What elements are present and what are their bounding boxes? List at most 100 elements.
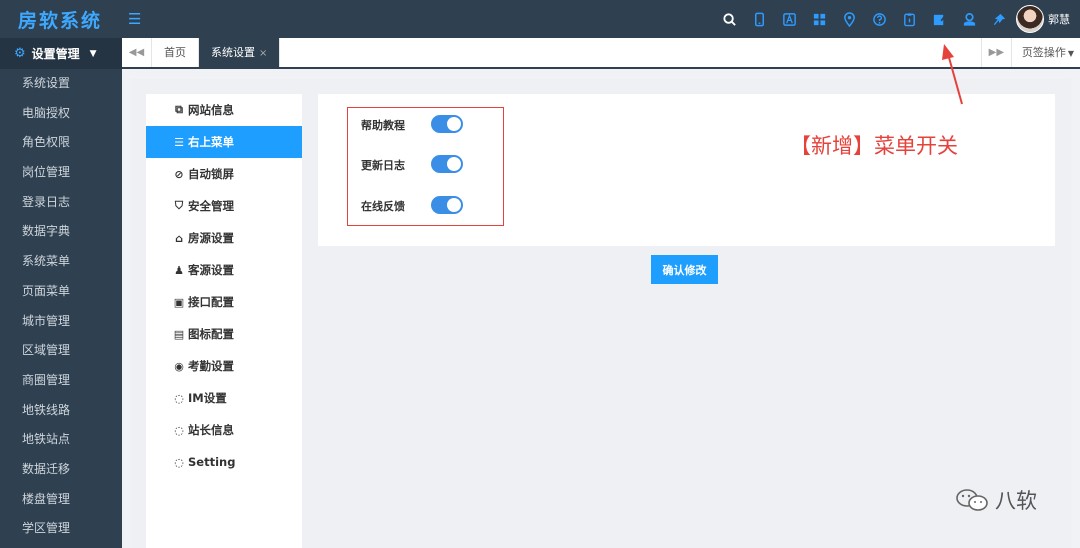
sidebar-item-dictionary[interactable]: 数据字典 — [0, 217, 122, 247]
person-icon: ♟ — [174, 263, 184, 277]
site-icon: ⧉ — [175, 103, 183, 116]
settings-item-label: Setting — [188, 455, 236, 469]
toggle-label: 更新日志 — [361, 159, 405, 172]
toggle-row-help: 帮助教程 — [361, 117, 405, 133]
location-icon[interactable] — [834, 0, 864, 38]
settings-item-label: 自动锁屏 — [188, 167, 234, 181]
list-icon: ☰ — [174, 135, 184, 149]
settings-item-auto-lock[interactable]: ⊘ 自动锁屏 — [146, 158, 302, 190]
menu-toggle-icon[interactable]: ☰ — [128, 10, 141, 28]
settings-item-label: 考勤设置 — [188, 359, 234, 373]
font-icon[interactable] — [774, 0, 804, 38]
settings-item-attendance[interactable]: ◉ 考勤设置 — [146, 350, 302, 382]
sidebar-item-metro-stations[interactable]: 地铁站点 — [0, 425, 122, 455]
chat-icon: ◌ — [174, 423, 184, 437]
sidebar-item-metro-lines[interactable]: 地铁线路 — [0, 396, 122, 426]
toggle-row-feedback: 在线反馈 — [361, 198, 405, 214]
settings-item-setting[interactable]: ◌ Setting — [146, 446, 302, 478]
edit-icon[interactable] — [924, 0, 954, 38]
annotation-text: 【新增】菜单开关 — [790, 134, 958, 158]
tab-label: 系统设置 — [211, 46, 255, 59]
settings-item-label: 右上菜单 — [188, 135, 234, 149]
gear-icon: ⚙ — [14, 46, 26, 61]
help-icon[interactable] — [864, 0, 894, 38]
close-icon[interactable]: × — [259, 48, 267, 59]
settings-item-label: 接口配置 — [188, 295, 234, 309]
grid-icon[interactable] — [804, 0, 834, 38]
feedback-toggle[interactable] — [431, 196, 463, 214]
settings-item-api[interactable]: ▣ 接口配置 — [146, 286, 302, 318]
toggle-label: 帮助教程 — [361, 119, 405, 132]
sidebar-item-positions[interactable]: 岗位管理 — [0, 158, 122, 188]
mobile-icon[interactable] — [744, 0, 774, 38]
sidebar: ⚙ 设置管理 ▼ 系统设置 电脑授权 角色权限 岗位管理 登录日志 数据字典 系… — [0, 38, 122, 548]
settings-item-label: 图标配置 — [188, 327, 234, 341]
image-icon: ▣ — [173, 295, 185, 309]
chat-icon: ◌ — [174, 455, 184, 469]
sidebar-item-system-menu[interactable]: 系统菜单 — [0, 247, 122, 277]
sidebar-item-login-log[interactable]: 登录日志 — [0, 188, 122, 218]
settings-item-site-info[interactable]: ⧉ 网站信息 — [146, 94, 302, 126]
search-icon[interactable] — [714, 0, 744, 38]
settings-item-listings[interactable]: ⌂ 房源设置 — [146, 222, 302, 254]
location-icon: ◉ — [174, 359, 184, 373]
sidebar-item-estates[interactable]: 楼盘管理 — [0, 485, 122, 515]
settings-item-label: 房源设置 — [188, 231, 234, 245]
settings-item-label: 客源设置 — [188, 263, 234, 277]
top-toolbar — [714, 0, 1014, 38]
settings-item-security[interactable]: ⛉ 安全管理 — [146, 190, 302, 222]
user-icon[interactable] — [954, 0, 984, 38]
top-bar: 房软系统 ☰ 郭慧 — [0, 0, 1080, 38]
chevron-down-icon: ▼ — [1067, 49, 1074, 58]
toggle-label: 在线反馈 — [361, 200, 405, 213]
pin-icon[interactable] — [984, 0, 1014, 38]
tab-scroll-left-icon[interactable]: ◀◀ — [122, 38, 152, 67]
sidebar-item-pc-auth[interactable]: 电脑授权 — [0, 99, 122, 129]
chat-icon: ◌ — [174, 391, 184, 405]
chevron-down-icon: ▼ — [89, 48, 97, 59]
tab-controls: ▶▶ 页签操作 ▼ — [980, 38, 1080, 67]
tab-operations-dropdown[interactable]: 页签操作 ▼ — [1010, 38, 1080, 67]
settings-item-im[interactable]: ◌ IM设置 — [146, 382, 302, 414]
tab-system-settings[interactable]: 系统设置 × — [199, 38, 281, 67]
tab-bar: ◀◀ 首页 系统设置 × ▶▶ 页签操作 ▼ — [122, 38, 1080, 69]
user-name[interactable]: 郭慧 — [1048, 11, 1070, 27]
toggle-row-changelog: 更新日志 — [361, 157, 405, 173]
sidebar-section-header[interactable]: ⚙ 设置管理 ▼ — [0, 38, 122, 69]
confirm-button[interactable]: 确认修改 — [651, 255, 718, 284]
ban-icon: ⊘ — [174, 167, 184, 181]
settings-item-icons[interactable]: ▤ 图标配置 — [146, 318, 302, 350]
clipboard-icon[interactable] — [894, 0, 924, 38]
help-tutorial-toggle[interactable] — [431, 115, 463, 133]
settings-menu: ⧉ 网站信息 ☰ 右上菜单 ⊘ 自动锁屏 ⛉ 安全管理 ⌂ 房源设置 ♟ 客源设置 ▣ 接口配… — [146, 94, 302, 548]
tab-operations-label: 页签操作 — [1021, 46, 1066, 59]
sidebar-section-title: 设置管理 — [31, 47, 80, 61]
avatar[interactable] — [1016, 5, 1044, 33]
sidebar-item-districts[interactable]: 区域管理 — [0, 336, 122, 366]
settings-item-customers[interactable]: ♟ 客源设置 — [146, 254, 302, 286]
tab-scroll-right-icon[interactable]: ▶▶ — [980, 38, 1011, 67]
settings-item-webmaster[interactable]: ◌ 站长信息 — [146, 414, 302, 446]
shield-icon: ⛉ — [174, 199, 184, 212]
sidebar-item-business-areas[interactable]: 商圈管理 — [0, 366, 122, 396]
app-title: 房软系统 — [18, 9, 103, 32]
sidebar-item-roles[interactable]: 角色权限 — [0, 128, 122, 158]
watermark: 八软 — [955, 485, 1037, 515]
sidebar-item-data-migration[interactable]: 数据迁移 — [0, 455, 122, 485]
settings-item-label: 站长信息 — [188, 423, 234, 437]
tab-home[interactable]: 首页 — [152, 38, 199, 67]
user-menu[interactable]: 郭慧 — [1016, 5, 1070, 33]
sidebar-item-school-districts[interactable]: 学区管理 — [0, 514, 122, 544]
sidebar-item-cities[interactable]: 城市管理 — [0, 307, 122, 337]
watermark-text: 八软 — [995, 489, 1037, 513]
changelog-toggle[interactable] — [431, 155, 463, 173]
home-icon: ⌂ — [175, 231, 183, 245]
settings-item-label: IM设置 — [188, 391, 227, 405]
chat-bubbles-icon — [956, 489, 988, 511]
settings-item-top-right-menu[interactable]: ☰ 右上菜单 — [146, 126, 302, 158]
sidebar-item-system-settings[interactable]: 系统设置 — [0, 69, 122, 99]
settings-item-label: 安全管理 — [188, 199, 234, 213]
sidebar-item-page-menu[interactable]: 页面菜单 — [0, 277, 122, 307]
tab-label: 首页 — [164, 46, 186, 59]
image-plus-icon: ▤ — [173, 327, 185, 341]
